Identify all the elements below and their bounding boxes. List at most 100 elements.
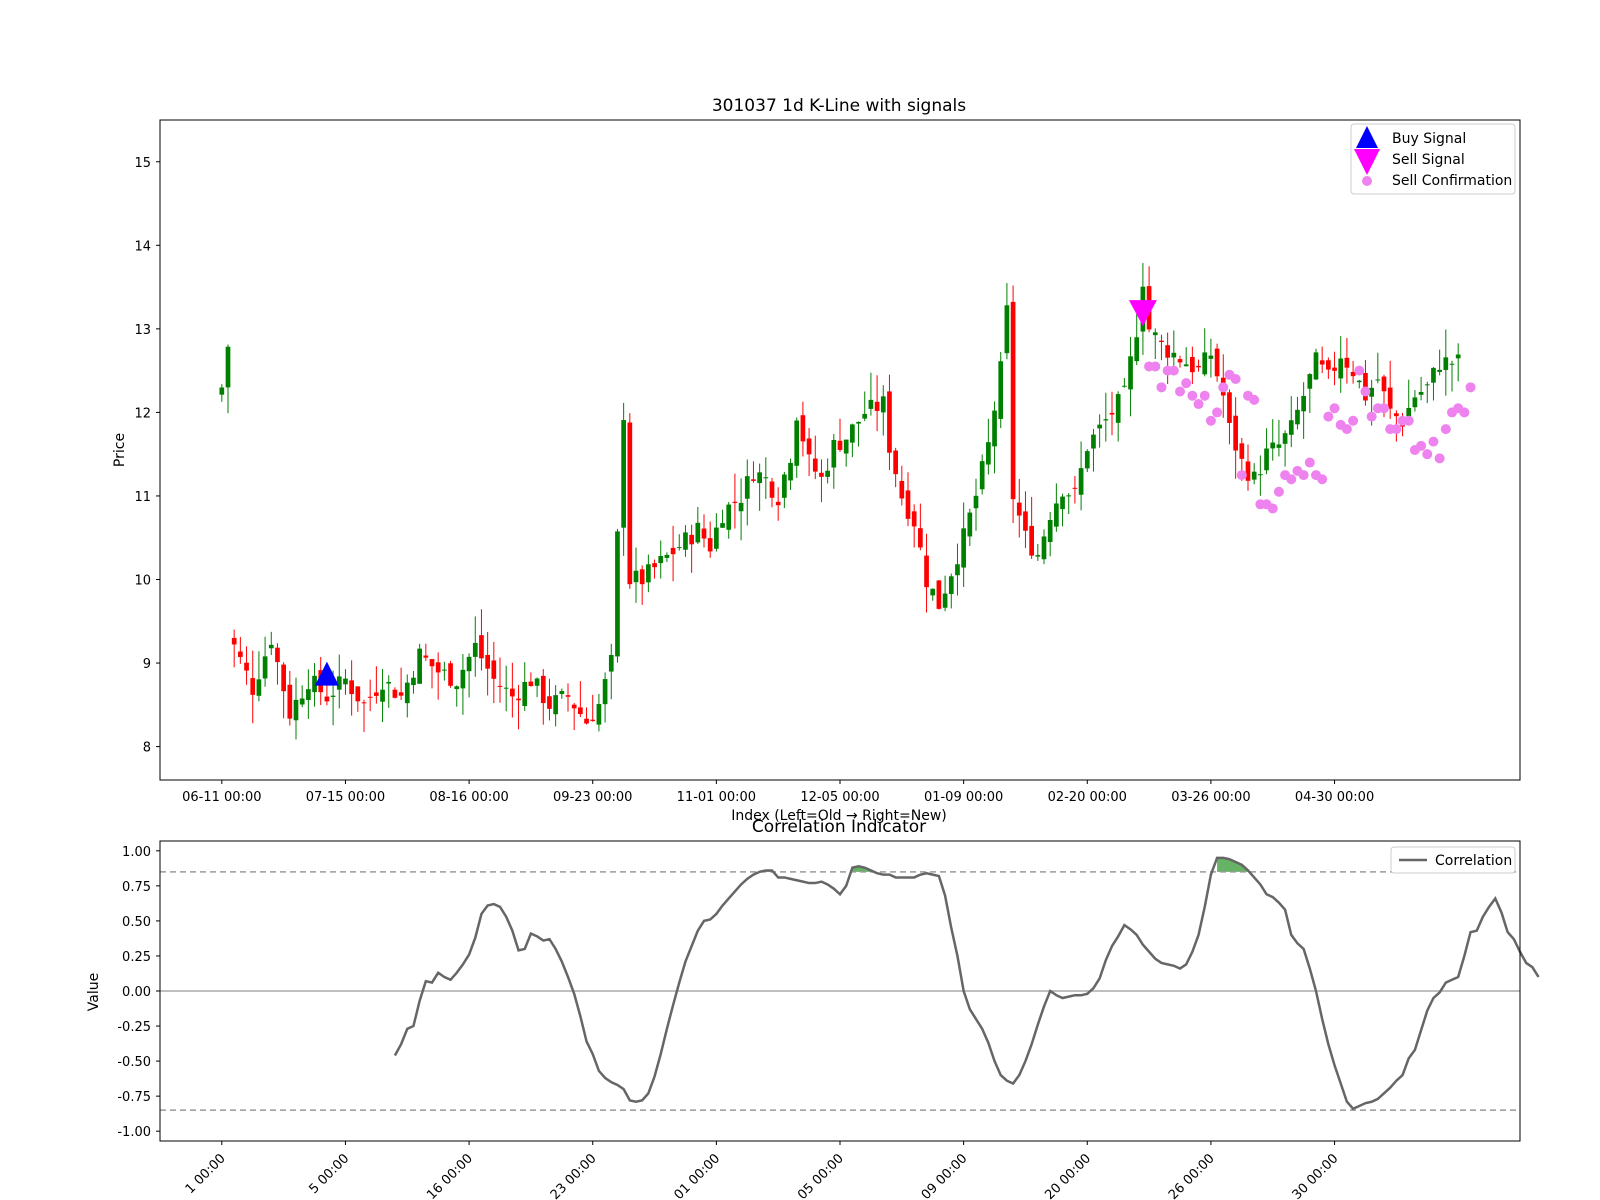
candle-body <box>819 472 824 477</box>
candle-body <box>608 654 614 672</box>
sell-confirmation-marker <box>1193 399 1204 410</box>
sell-confirmation-marker <box>1422 449 1433 460</box>
candle-body <box>1023 511 1028 531</box>
correlation-x-tick-label: 5 00:00 <box>306 1151 352 1197</box>
candle-body <box>1190 356 1195 373</box>
candle-body <box>411 677 416 686</box>
candle-body <box>720 523 725 528</box>
candle-body <box>423 655 429 658</box>
candle-body <box>930 588 936 596</box>
correlation-y-tick-label: 0.50 <box>122 915 151 930</box>
candle-body <box>1010 301 1016 500</box>
candle-body <box>893 450 898 475</box>
candle-body <box>936 580 942 609</box>
correlation-y-tick-label: -0.25 <box>117 1020 151 1035</box>
candle-body <box>578 707 583 715</box>
sell-confirmation-marker <box>1175 386 1185 397</box>
candle-body <box>571 704 577 709</box>
candle-body <box>1295 409 1300 425</box>
candle-body <box>1258 474 1263 476</box>
candle-body <box>1202 352 1208 375</box>
candle-body <box>602 679 608 705</box>
candle-body <box>374 692 379 696</box>
sell-confirmation-marker <box>1150 361 1161 372</box>
correlation-y-tick-label: -0.75 <box>117 1090 151 1105</box>
kline-y-tick-label: 12 <box>134 406 151 421</box>
candle-body <box>516 698 521 701</box>
kline-y-tick-label: 13 <box>134 323 151 338</box>
candle-body <box>769 481 775 498</box>
correlation-line <box>393 856 1540 1111</box>
candle-body <box>646 564 651 583</box>
candle-body <box>658 555 664 564</box>
candle-body <box>1412 397 1418 408</box>
candle-body <box>1344 357 1350 368</box>
correlation-x-tick-label: 1 00:00 <box>183 1151 229 1197</box>
candle-body <box>837 440 843 450</box>
candle-body <box>435 662 441 673</box>
correlation-x-tick-label: 16 00:00 <box>424 1151 476 1200</box>
candle-body <box>343 678 348 685</box>
correlation-x-tick-label: 05 00:00 <box>795 1151 847 1200</box>
candle-body <box>850 424 855 443</box>
candle-body <box>707 538 713 552</box>
candle-body <box>355 686 361 702</box>
sell-signal-marker <box>1128 300 1157 327</box>
sell-confirmation-marker <box>1273 486 1284 497</box>
sell-confirmation-marker <box>1187 390 1198 401</box>
candle-body <box>584 718 589 724</box>
candle-body <box>1047 520 1053 543</box>
candle-body <box>534 678 540 686</box>
candle-body <box>973 495 979 509</box>
candle-body <box>1004 305 1010 354</box>
correlation-legend: Correlation <box>1390 846 1516 874</box>
correlation-y-label: Value <box>86 973 102 1011</box>
sell-confirmation-marker <box>1440 424 1451 435</box>
candle-body <box>380 689 385 702</box>
sell-confirmation-marker <box>1249 394 1260 405</box>
correlation-y-axis: 1.00 0.75 0.50 0.25 0.00 -0.25 -0.50 -0.75 -1.00 <box>117 845 160 1140</box>
candle-body <box>998 361 1004 419</box>
candle-body <box>1097 424 1102 429</box>
candle-body <box>528 681 534 687</box>
candle-body <box>1134 337 1140 362</box>
candle-body <box>683 532 688 550</box>
sell-confirmation-marker <box>1304 457 1315 468</box>
candle-body <box>510 688 515 697</box>
candle-body <box>1431 367 1436 383</box>
candle-body <box>726 504 732 530</box>
candle-body <box>590 719 596 721</box>
candle-body <box>293 699 299 721</box>
candle-body <box>324 696 330 702</box>
sell-confirmation-marker <box>1212 407 1223 418</box>
candle-body <box>714 527 719 549</box>
candle-body <box>497 685 503 687</box>
candle-body <box>244 662 249 671</box>
candle-body <box>918 528 923 548</box>
candle-body <box>1381 376 1387 392</box>
candle-body <box>812 458 818 472</box>
candle-body <box>794 420 800 466</box>
correlation-x-tick-label: 20 00:00 <box>1042 1151 1094 1200</box>
candle-body <box>701 528 707 539</box>
candle-body <box>825 470 830 477</box>
candle-body <box>367 696 373 698</box>
kline-legend-label: Sell Confirmation <box>1392 173 1512 189</box>
kline-y-tick-label: 10 <box>134 573 151 588</box>
candle-body <box>1251 471 1257 480</box>
candle-body <box>596 704 602 725</box>
candle-body <box>1282 433 1288 444</box>
sell-confirmation-marker <box>1181 378 1192 389</box>
candle-body <box>979 461 985 490</box>
candle-body <box>1016 502 1022 516</box>
kline-x-tick-label: 07-15 00:00 <box>306 790 385 805</box>
correlation-lines <box>160 856 1540 1111</box>
sell-confirmation-marker <box>1236 470 1247 481</box>
candle-body <box>219 387 225 395</box>
candle-body <box>540 675 546 704</box>
sell-confirmation-marker <box>1348 415 1359 426</box>
candle-body <box>1054 503 1059 527</box>
candle-body <box>479 635 484 659</box>
candle-body <box>763 477 769 479</box>
candle-body <box>231 637 237 645</box>
